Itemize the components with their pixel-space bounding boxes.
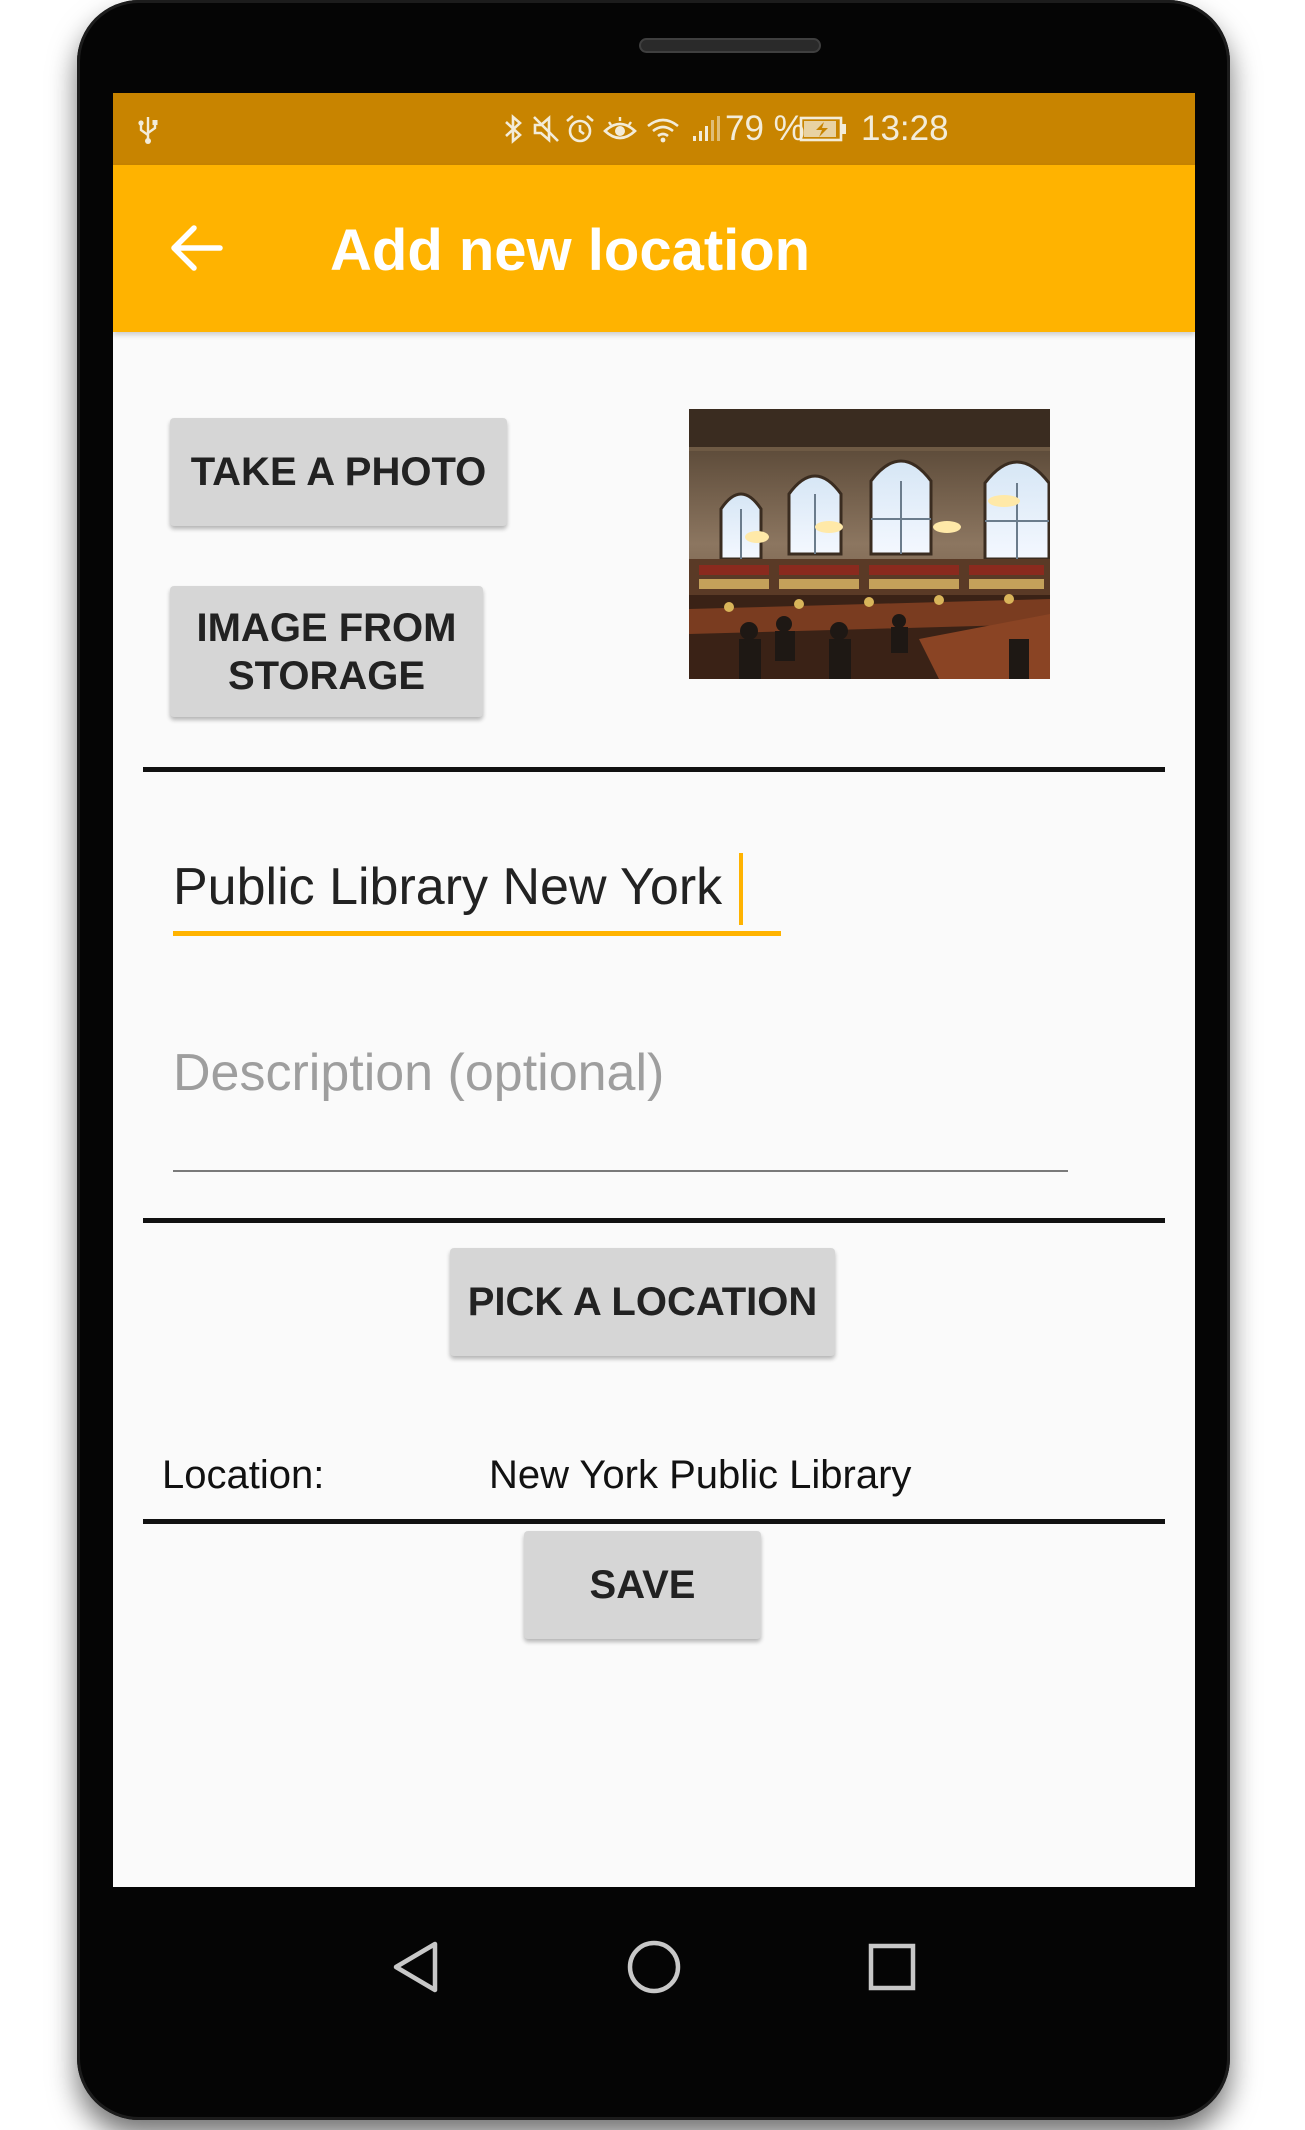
pick-location-button[interactable]: PICK A LOCATION	[450, 1248, 835, 1356]
location-name-input[interactable]: Public Library New York	[173, 853, 781, 933]
section-divider	[143, 767, 1165, 772]
battery-charging-icon	[799, 93, 847, 165]
clock-time: 13:28	[861, 109, 949, 148]
description-input[interactable]: Description (optional)	[173, 1043, 1068, 1123]
app-bar: Add new location	[113, 165, 1195, 332]
text-cursor	[739, 853, 743, 925]
status-bar: 79 % 13:28	[113, 93, 1195, 165]
location-label: Location:	[162, 1453, 325, 1497]
earpiece-speaker	[639, 38, 821, 53]
signal-icon	[691, 93, 721, 165]
recents-square-icon[interactable]	[857, 1932, 927, 2002]
app-screen: 79 % 13:28 Add new location TAKE A PHOTO…	[113, 93, 1195, 1887]
alarm-icon	[564, 93, 596, 165]
mute-icon	[531, 93, 561, 165]
wifi-icon	[645, 93, 681, 165]
home-circle-icon[interactable]	[619, 1932, 689, 2002]
location-photo	[689, 409, 1050, 679]
section-divider	[143, 1519, 1165, 1524]
description-field-underline	[173, 1170, 1068, 1172]
section-divider	[143, 1218, 1165, 1223]
arrow-back-icon[interactable]	[163, 215, 229, 281]
image-from-storage-button[interactable]: IMAGE FROM STORAGE	[170, 586, 483, 717]
save-button[interactable]: SAVE	[524, 1531, 761, 1639]
battery-percent: 79 %	[725, 109, 805, 148]
back-triangle-icon[interactable]	[381, 1932, 451, 2002]
bluetooth-icon	[502, 93, 524, 165]
usb-icon	[137, 93, 159, 165]
name-field-underline	[173, 931, 781, 936]
location-name-value: Public Library New York	[173, 858, 723, 916]
location-value: New York Public Library	[489, 1453, 912, 1497]
page-title: Add new location	[330, 218, 811, 283]
eye-comfort-icon	[603, 93, 637, 165]
take-photo-button[interactable]: TAKE A PHOTO	[170, 418, 507, 526]
navigation-bar	[113, 1887, 1195, 2047]
